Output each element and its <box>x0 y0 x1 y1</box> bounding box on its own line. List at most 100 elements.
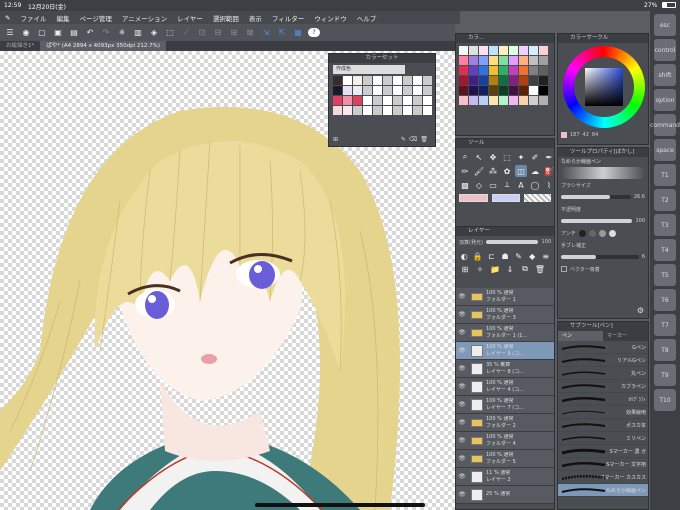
swatch[interactable] <box>343 96 352 105</box>
swatch[interactable] <box>423 86 432 95</box>
quick-access-icon[interactable]: ▤ <box>68 27 80 39</box>
swatch[interactable] <box>353 76 362 85</box>
clear-icon[interactable]: ▥ <box>132 27 144 39</box>
airbrush-tool-icon[interactable]: ⁂ <box>487 165 499 177</box>
swatch[interactable] <box>479 46 488 55</box>
balloon-tool-icon[interactable]: ◯ <box>529 179 541 191</box>
layer-mask-icon[interactable]: ◐ <box>459 250 470 262</box>
swatch[interactable] <box>363 106 372 115</box>
snap-special-icon[interactable]: ⇱ <box>276 27 288 39</box>
home-indicator[interactable] <box>255 503 425 507</box>
brush-item[interactable]: Gペン <box>558 341 648 354</box>
main-color-chip[interactable] <box>459 194 488 202</box>
swatch[interactable] <box>469 86 478 95</box>
spinner-icon[interactable]: ✳ <box>116 27 128 39</box>
duplicate-icon[interactable]: ⧉ <box>519 263 531 275</box>
transparent-color-chip[interactable] <box>524 194 552 202</box>
menu-help[interactable]: ヘルプ <box>352 13 382 23</box>
blend-tool-icon[interactable]: ☁ <box>529 165 541 177</box>
swatch[interactable] <box>333 106 342 115</box>
key-t4[interactable]: T4 <box>654 239 676 261</box>
swatch[interactable] <box>393 86 402 95</box>
visibility-eye-icon[interactable]: 👁 <box>456 347 468 354</box>
swatch[interactable] <box>373 76 382 85</box>
swatch[interactable] <box>519 76 528 85</box>
fill-icon[interactable]: ◈ <box>148 27 160 39</box>
swatch[interactable] <box>499 76 508 85</box>
frame-tool-icon[interactable]: ▭ <box>487 179 499 191</box>
save-icon[interactable]: ▣ <box>52 27 64 39</box>
move-tool-icon[interactable]: ✥ <box>487 151 499 163</box>
swatch[interactable] <box>489 56 498 65</box>
gradient-tool-icon[interactable]: ▩ <box>459 179 471 191</box>
antialias-weak-icon[interactable] <box>588 229 596 237</box>
swatch[interactable] <box>509 96 518 105</box>
layer-row[interactable]: 👁 25 % 通常 <box>456 486 554 504</box>
fill-tool-icon[interactable]: ⛽ <box>543 165 555 177</box>
swatch[interactable] <box>383 86 392 95</box>
swatch[interactable] <box>363 96 372 105</box>
menu-file[interactable]: ファイル <box>15 13 51 23</box>
swatch[interactable] <box>459 46 468 55</box>
swatch[interactable] <box>413 76 422 85</box>
decoration-tool-icon[interactable]: ✿ <box>501 165 513 177</box>
layer-options-icon[interactable]: ≡ <box>540 250 551 262</box>
swatch[interactable] <box>489 86 498 95</box>
deselect-icon[interactable]: ⊡ <box>196 27 208 39</box>
key-t8[interactable]: T8 <box>654 339 676 361</box>
key-t1[interactable]: T1 <box>654 164 676 186</box>
swatch[interactable] <box>353 106 362 115</box>
clip-icon[interactable]: ⊏ <box>486 250 497 262</box>
ruler-tool-icon[interactable]: ⟂ <box>501 179 513 191</box>
swatch[interactable] <box>393 96 402 105</box>
swatch[interactable] <box>403 76 412 85</box>
selection-icon[interactable]: ⊞ <box>228 27 240 39</box>
swatch[interactable] <box>403 106 412 115</box>
layer-row[interactable]: 👁 100 % 通常 レイヤー 9 (コ… <box>456 342 554 360</box>
menu-icon[interactable]: ☰ <box>4 27 16 39</box>
swatch[interactable] <box>469 56 478 65</box>
draft-icon[interactable]: ✎ <box>513 250 524 262</box>
key-t10[interactable]: T10 <box>654 389 676 411</box>
visibility-eye-icon[interactable]: 👁 <box>456 455 468 462</box>
brush-item[interactable]: カブラペン <box>558 380 648 393</box>
swatch[interactable] <box>383 76 392 85</box>
brush-item[interactable]: ｶﾘｸﾞﾗﾌｨ <box>558 393 648 406</box>
visibility-eye-icon[interactable]: 👁 <box>456 401 468 408</box>
brush-item[interactable]: 丸ペン <box>558 367 648 380</box>
key-t5[interactable]: T5 <box>654 264 676 286</box>
swatch[interactable] <box>383 106 392 115</box>
figure-tool-icon[interactable]: ◇ <box>473 179 485 191</box>
key-esc[interactable]: esc <box>654 14 676 36</box>
palette-color-icon[interactable]: ◆ <box>527 250 538 262</box>
stabilization-slider[interactable] <box>561 255 639 259</box>
new-folder-icon[interactable]: 📁 <box>489 263 501 275</box>
new-raster-layer-icon[interactable]: ⊞ <box>459 263 471 275</box>
layer-row[interactable]: 👁 100 % 通常 フォルダー 2 <box>456 414 554 432</box>
swatch[interactable] <box>499 96 508 105</box>
swatch[interactable] <box>393 106 402 115</box>
swatch[interactable] <box>509 86 518 95</box>
layer-row[interactable]: 👁 100 % 通常 フォルダー 1 (1… <box>456 324 554 342</box>
brush-item[interactable]: Sマーカー 文字用 <box>558 458 648 471</box>
layer-row[interactable]: 👁 100 % 通常 フォルダー 1 <box>456 288 554 306</box>
pencil-tool-icon[interactable]: ✏ <box>459 165 471 177</box>
menu-selection[interactable]: 選択範囲 <box>208 13 244 23</box>
saturation-value-square[interactable] <box>585 68 623 106</box>
swatch[interactable] <box>519 96 528 105</box>
swatch[interactable] <box>539 86 548 95</box>
snap-grid-icon[interactable]: ▦ <box>292 27 304 39</box>
help-icon[interactable]: ? <box>308 27 320 39</box>
swatch[interactable] <box>519 66 528 75</box>
ruler-icon[interactable]: ⊠ <box>244 27 256 39</box>
swatch[interactable] <box>499 86 508 95</box>
menu-animation[interactable]: アニメーション <box>117 13 172 23</box>
autoselect-tool-icon[interactable]: ✦ <box>515 151 527 163</box>
eyedropper-tool-icon[interactable]: ✐ <box>529 151 541 163</box>
antialias-strong-icon[interactable] <box>608 229 616 237</box>
lock-icon[interactable]: 🔒 <box>473 250 484 262</box>
settings-wrench-icon[interactable]: ⚙ <box>637 306 644 315</box>
reference-icon[interactable]: ☗ <box>500 250 511 262</box>
swatch[interactable] <box>529 86 538 95</box>
hue-ring[interactable] <box>563 46 645 128</box>
